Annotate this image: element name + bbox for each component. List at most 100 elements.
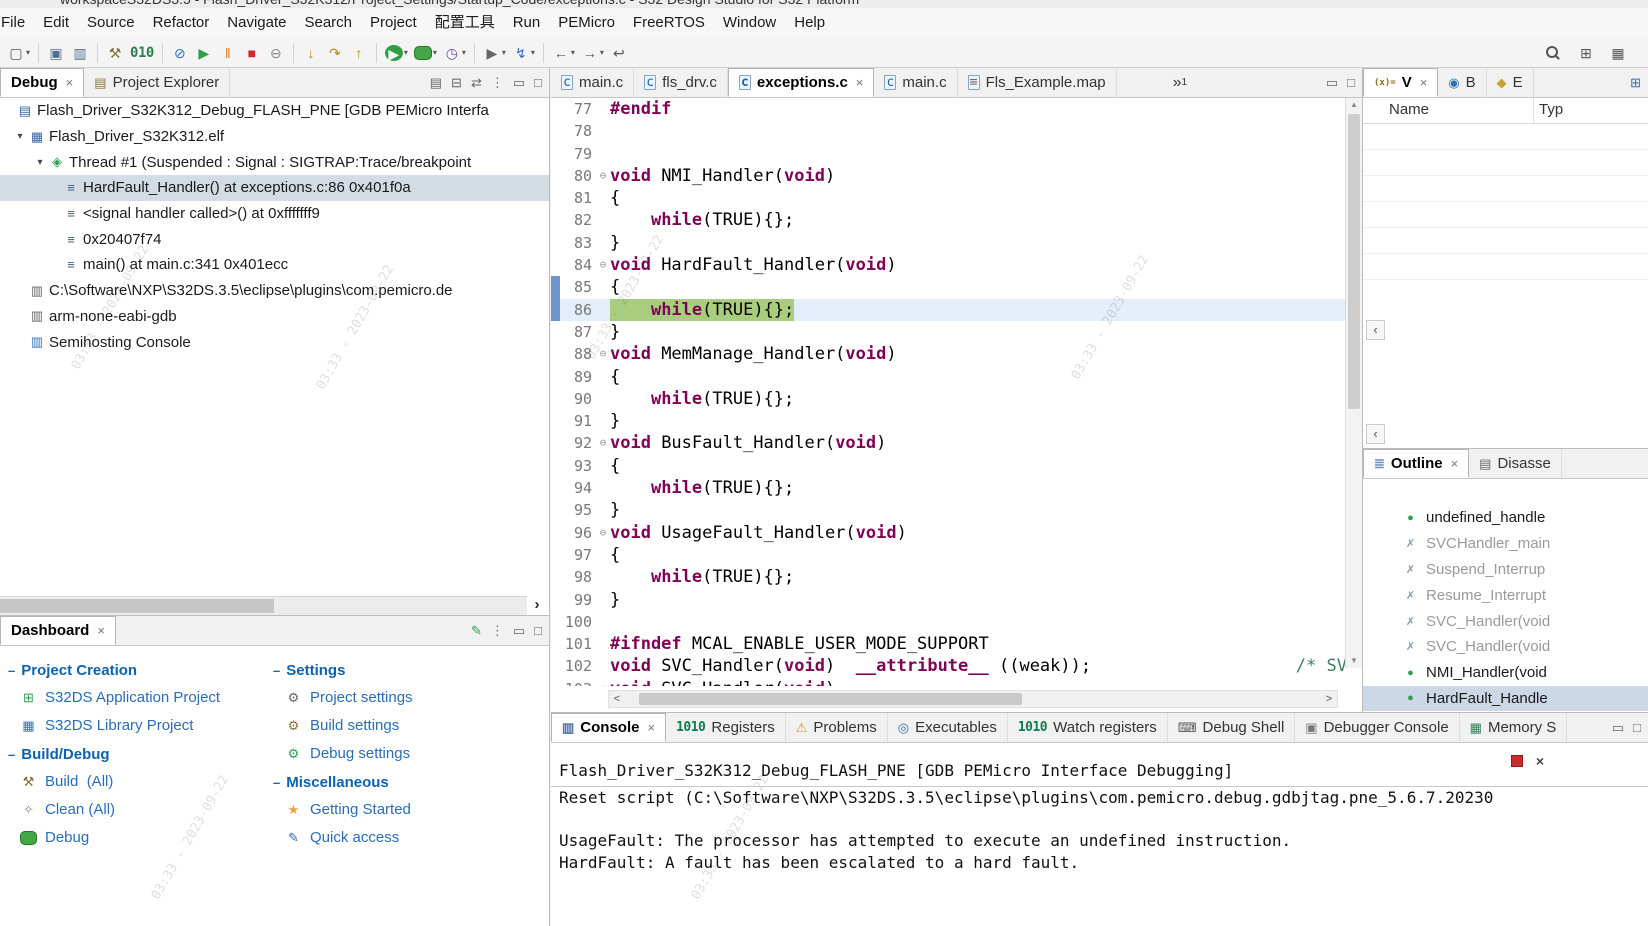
line-number[interactable]: 79 bbox=[560, 143, 596, 165]
line-number[interactable]: 90 bbox=[560, 388, 596, 410]
scrollbar-track[interactable] bbox=[625, 691, 1321, 707]
line-number[interactable]: 92 bbox=[560, 432, 596, 454]
code-line[interactable]: 87} bbox=[551, 321, 1345, 343]
step-into-button[interactable]: ↓ bbox=[299, 41, 323, 65]
line-number[interactable]: 82 bbox=[560, 209, 596, 231]
suspend-button[interactable]: ‖ bbox=[216, 41, 240, 65]
code-line[interactable]: 103⊖void SVC_Handler(void) bbox=[551, 678, 1345, 686]
tab-dashboard[interactable]: Dashboard × bbox=[0, 616, 116, 645]
tab-debug[interactable]: Debug × bbox=[0, 68, 85, 97]
debug-tree-row[interactable]: ≡ <signal handler called>() at 0xfffffff9 bbox=[0, 201, 549, 227]
step-return-button[interactable]: ↑ bbox=[347, 41, 371, 65]
last-edit-location-button[interactable]: ↩ bbox=[607, 41, 631, 65]
line-number[interactable]: 77 bbox=[560, 98, 596, 120]
getting-started-link[interactable]: ★ Getting Started bbox=[285, 801, 508, 818]
code-line[interactable]: 92 ⊖ void BusFault_Handler(void) bbox=[551, 432, 1345, 454]
code-line[interactable]: 86 while(TRUE){}; bbox=[551, 298, 1345, 321]
step-over-button[interactable]: ↷ bbox=[323, 41, 347, 65]
fold-icon[interactable]: ⊖ bbox=[596, 254, 610, 276]
code-editor[interactable]: 77 #endif 78 79 80 ⊖ void NMI_Handler(void) 81{… bbox=[551, 98, 1362, 712]
expander-icon[interactable]: ▾ bbox=[32, 157, 48, 168]
line-number[interactable]: 83 bbox=[560, 232, 596, 254]
build-all-button[interactable]: ⚒ bbox=[103, 41, 127, 65]
collapse-all-icon[interactable]: ⊟ bbox=[451, 75, 462, 91]
line-number[interactable]: 100 bbox=[560, 611, 596, 633]
outline-item[interactable]: ✗ Suspend_Interrup bbox=[1363, 557, 1648, 583]
dropdown-arrow-icon[interactable]: ▾ bbox=[462, 48, 466, 57]
dropdown-arrow-icon[interactable]: ▾ bbox=[600, 48, 604, 57]
line-number[interactable]: 88 bbox=[560, 343, 596, 365]
tab-outline[interactable]: ≣ Outline × bbox=[1363, 449, 1470, 478]
column-header-name[interactable]: Name bbox=[1389, 101, 1429, 118]
clean-all-link[interactable]: ✧ Clean (All) bbox=[20, 801, 243, 818]
close-icon[interactable]: × bbox=[856, 75, 864, 90]
menu-edit[interactable]: Edit bbox=[34, 8, 78, 38]
scroll-right-button[interactable]: › bbox=[528, 596, 546, 615]
code-line[interactable]: 83} bbox=[551, 232, 1345, 254]
outline-item[interactable]: ● undefined_handle bbox=[1363, 505, 1648, 531]
debug-link[interactable]: Debug bbox=[20, 829, 243, 846]
scrollbar-thumb[interactable] bbox=[1348, 114, 1360, 409]
line-number[interactable]: 93 bbox=[560, 455, 596, 477]
code-line[interactable]: 95} bbox=[551, 499, 1345, 521]
tab-executables[interactable]: ◎ Executables bbox=[888, 713, 1008, 742]
tab-variables[interactable]: (x)= V × bbox=[1363, 68, 1439, 97]
scroll-up-arrow[interactable]: ▲ bbox=[1346, 98, 1362, 112]
debug-tree-row[interactable]: ▥ C:\Software\NXP\S32DS.3.5\eclipse\plugi… bbox=[0, 278, 549, 304]
save-all-button[interactable]: ▥ bbox=[68, 41, 92, 65]
line-number[interactable]: 94 bbox=[560, 477, 596, 499]
s32ds-application-project-link[interactable]: ⊞ S32DS Application Project bbox=[20, 689, 243, 706]
quick-access-link[interactable]: ✎ Quick access bbox=[285, 829, 508, 846]
s32ds-perspective-button[interactable]: ▦ bbox=[1606, 41, 1630, 65]
code-line[interactable]: 80 ⊖ void NMI_Handler(void) bbox=[551, 165, 1345, 187]
code-line[interactable]: 78 bbox=[551, 120, 1345, 142]
scrollbar-thumb[interactable] bbox=[0, 599, 275, 613]
code-line[interactable]: 90 while(TRUE){}; bbox=[551, 388, 1345, 410]
dropdown-arrow-icon[interactable]: ▾ bbox=[531, 48, 535, 57]
open-view-icon[interactable]: ⊞ bbox=[1630, 75, 1641, 91]
external-tools-button[interactable]: ▶ ▾ bbox=[480, 41, 509, 65]
line-number[interactable]: 95 bbox=[560, 499, 596, 521]
scroll-left-button[interactable]: ‹ bbox=[1366, 424, 1385, 444]
debug-button[interactable]: ▾ bbox=[411, 41, 440, 65]
menu-refactor[interactable]: Refactor bbox=[144, 8, 219, 38]
code-line[interactable]: 82 while(TRUE){}; bbox=[551, 209, 1345, 231]
column-header-type[interactable]: Typ bbox=[1539, 101, 1563, 118]
s32ds-library-project-link[interactable]: ▦ S32DS Library Project bbox=[20, 717, 243, 734]
dropdown-arrow-icon[interactable]: ▾ bbox=[571, 48, 575, 57]
code-line[interactable]: 79 bbox=[551, 143, 1345, 165]
scroll-right-arrow[interactable]: > bbox=[1321, 693, 1337, 705]
maximize-icon[interactable]: □ bbox=[1347, 75, 1355, 90]
menu-window[interactable]: Window bbox=[714, 8, 785, 38]
dropdown-arrow-icon[interactable]: ▾ bbox=[502, 48, 506, 57]
menu-freertos[interactable]: FreeRTOS bbox=[624, 8, 714, 38]
tab-breakpoints[interactable]: ◉ B bbox=[1438, 68, 1487, 97]
dropdown-arrow-icon[interactable]: ▾ bbox=[26, 48, 30, 57]
scroll-down-arrow[interactable]: ▼ bbox=[1346, 654, 1362, 668]
tab-console[interactable]: ▥ Console × bbox=[551, 713, 667, 742]
menu-search[interactable]: Search bbox=[295, 8, 361, 38]
editor-tab-main-c[interactable]: c main.c bbox=[551, 68, 635, 97]
editor-tab-fls-example-map[interactable]: ≡ Fls_Example.map bbox=[958, 68, 1117, 97]
scroll-left-button[interactable]: ‹ bbox=[1366, 320, 1385, 340]
menu-help[interactable]: Help bbox=[785, 8, 834, 38]
line-number[interactable]: 80 bbox=[560, 165, 596, 187]
close-icon[interactable]: × bbox=[1420, 75, 1428, 90]
new-button[interactable]: ▢ ▾ bbox=[4, 41, 33, 65]
code-line[interactable]: 91} bbox=[551, 410, 1345, 432]
run-button[interactable]: ▶ ▾ bbox=[382, 41, 411, 65]
terminate-button[interactable]: ■ bbox=[240, 41, 264, 65]
debug-horizontal-scrollbar[interactable] bbox=[0, 596, 527, 615]
line-number[interactable]: 101 bbox=[560, 633, 596, 655]
tab-debugger-console[interactable]: ▣ Debugger Console bbox=[1295, 713, 1460, 742]
fold-icon[interactable]: ⊖ bbox=[596, 165, 610, 187]
outline-item[interactable]: ● NMI_Handler(void bbox=[1363, 660, 1648, 686]
menu-pemicro[interactable]: PEMicro bbox=[549, 8, 624, 38]
close-icon[interactable]: × bbox=[1451, 456, 1459, 471]
fold-icon[interactable]: ⊖ bbox=[596, 678, 610, 686]
line-number[interactable]: 97 bbox=[560, 544, 596, 566]
line-number[interactable]: 91 bbox=[560, 410, 596, 432]
menu-run[interactable]: Run bbox=[504, 8, 550, 38]
outline-item[interactable]: ✗ SVC_Handler(void bbox=[1363, 608, 1648, 634]
console-remove-launch-button[interactable]: × bbox=[1536, 753, 1544, 769]
